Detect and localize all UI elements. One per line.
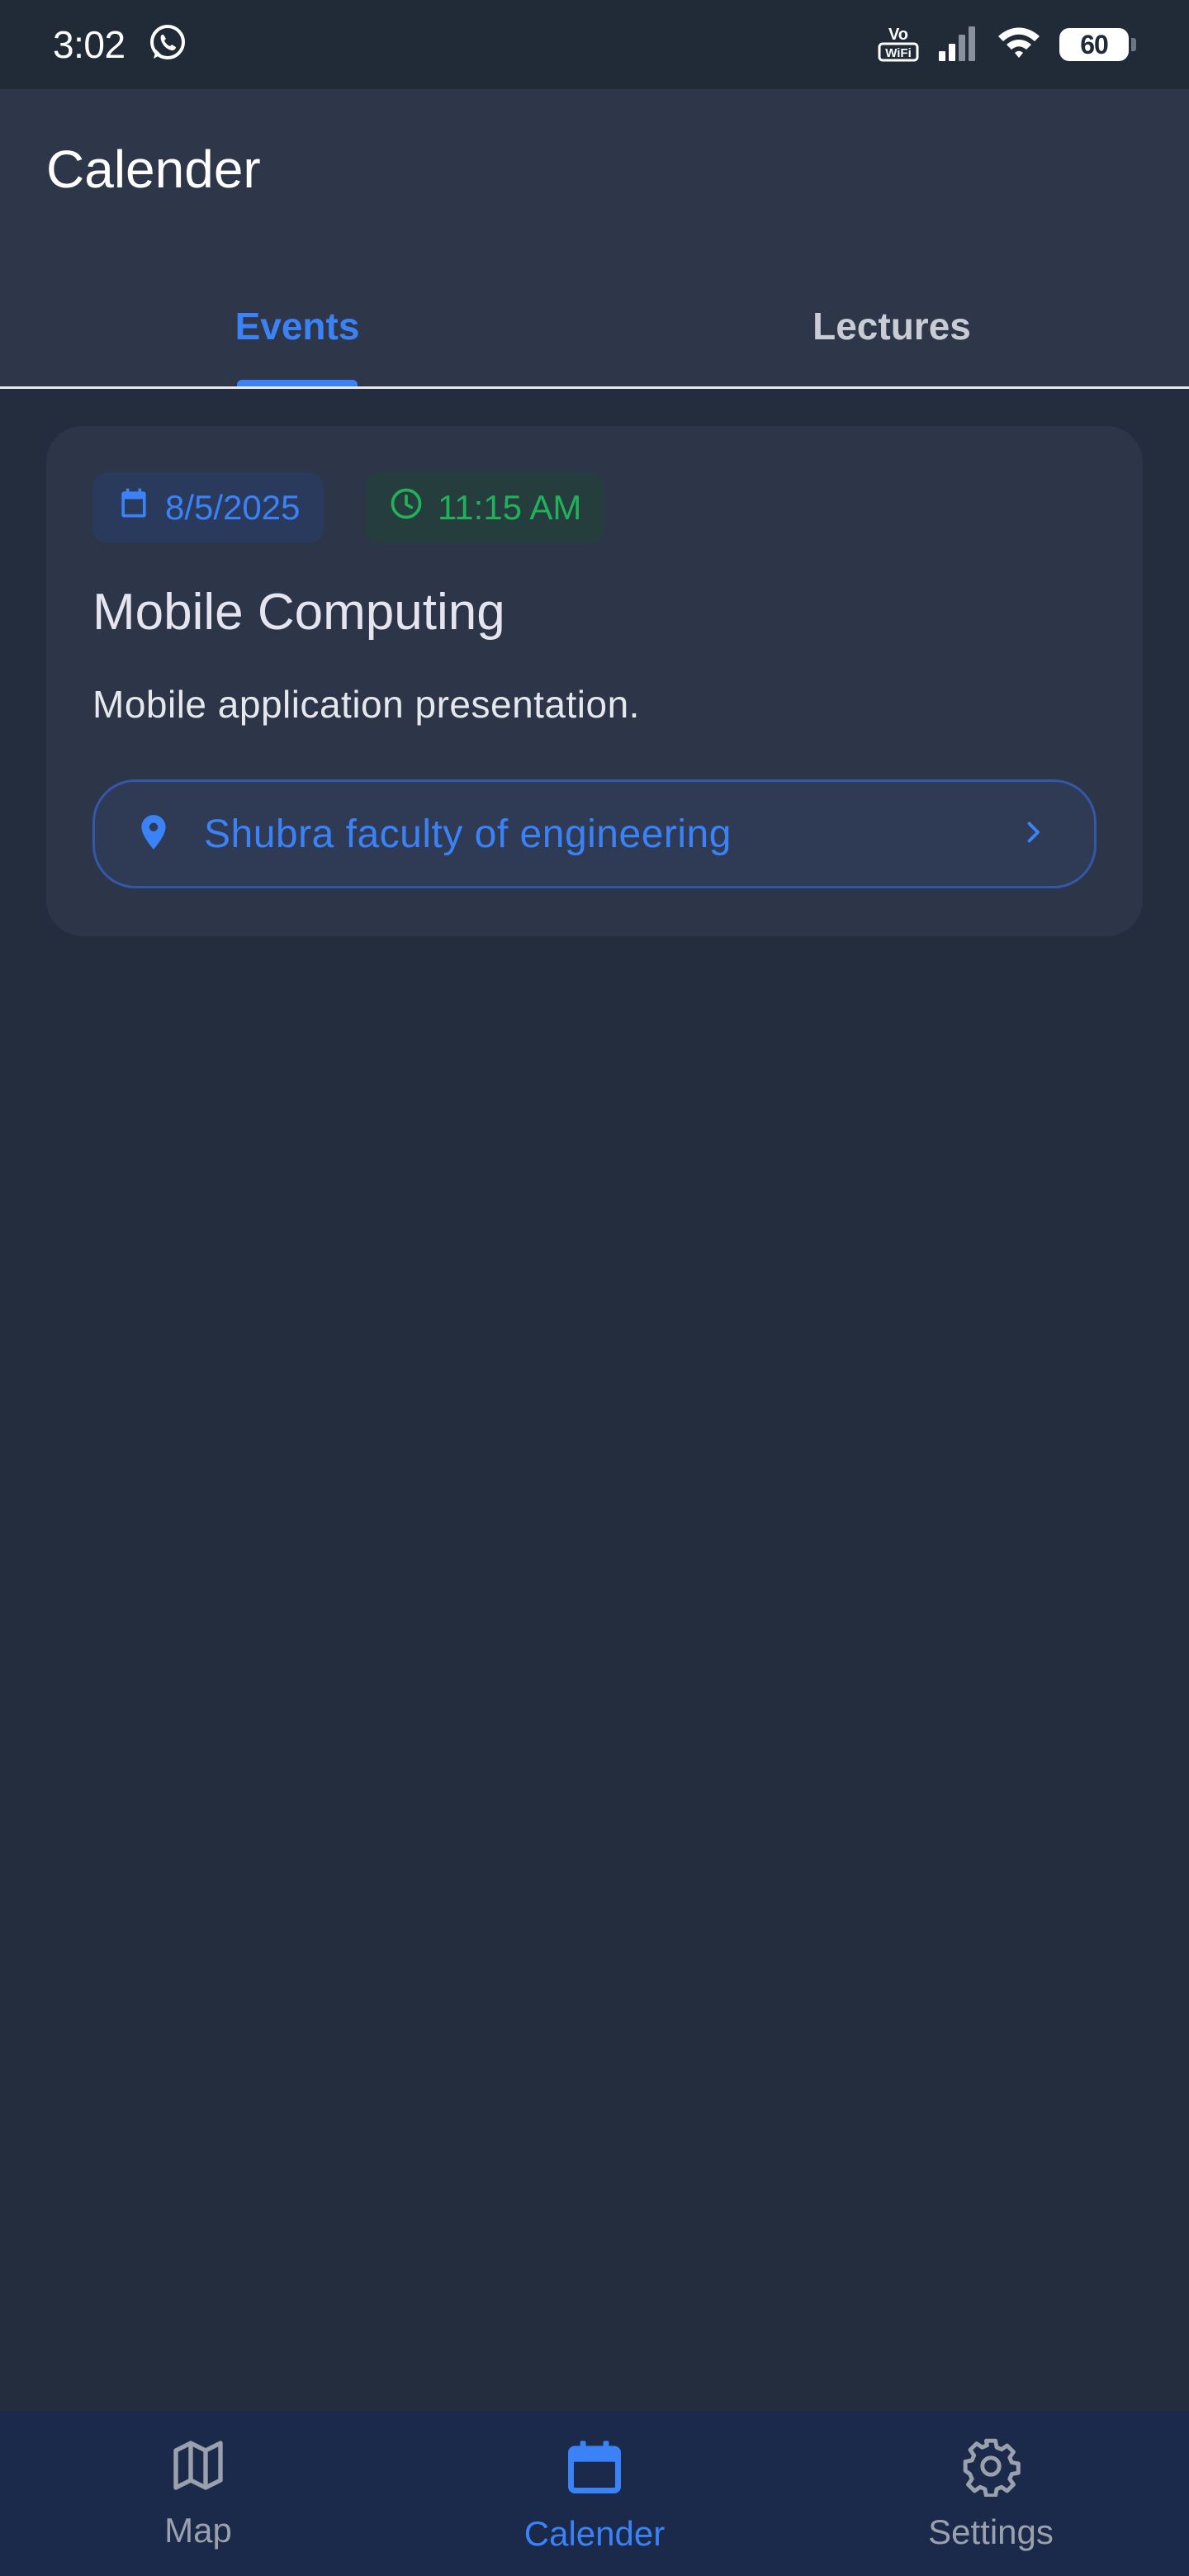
map-icon [168, 2436, 228, 2499]
page-title: Calender [46, 140, 261, 199]
battery-indicator: 60 [1059, 28, 1136, 61]
tab-events-label: Events [234, 305, 360, 348]
time-chip: 11:15 AM [365, 472, 605, 543]
svg-text:WiFi: WiFi [885, 46, 912, 60]
event-date: 8/5/2025 [165, 488, 301, 527]
bottom-navigation: Map Calender Settings [0, 2411, 1189, 2576]
nav-label-map: Map [164, 2511, 232, 2550]
calendar-icon [563, 2436, 626, 2503]
battery-tip [1131, 38, 1136, 51]
tab-lectures[interactable]: Lectures [594, 281, 1189, 388]
event-time: 11:15 AM [438, 488, 582, 527]
location-button[interactable]: Shubra faculty of engineering [92, 779, 1097, 888]
nav-item-calender[interactable]: Calender [396, 2411, 793, 2576]
whatsapp-icon [147, 22, 188, 68]
signal-icon [937, 25, 978, 65]
status-time: 3:02 [53, 23, 126, 66]
status-right: Vo WiFi 60 [878, 23, 1136, 67]
tab-lectures-label: Lectures [812, 305, 971, 348]
app-bar: Calender Events Lectures [0, 89, 1189, 388]
tab-bar: Events Lectures [0, 281, 1189, 388]
wifi-icon [997, 25, 1041, 65]
event-title: Mobile Computing [92, 584, 505, 641]
nav-label-calender: Calender [523, 2514, 666, 2553]
clock-icon [388, 485, 424, 530]
status-left: 3:02 [53, 22, 188, 68]
calendar-icon [116, 485, 152, 530]
svg-text:Vo: Vo [888, 26, 908, 44]
chevron-right-icon [1018, 817, 1048, 851]
nav-item-settings[interactable]: Settings [793, 2411, 1189, 2576]
tab-events[interactable]: Events [0, 281, 594, 388]
gear-icon [960, 2436, 1021, 2501]
vowifi-icon: Vo WiFi [878, 23, 919, 67]
date-chip: 8/5/2025 [92, 472, 324, 543]
event-card[interactable]: 8/5/2025 11:15 AM Mobile Computing Mobil… [46, 426, 1143, 936]
tabs-divider [0, 386, 1189, 389]
event-description: Mobile application presentation. [92, 683, 640, 726]
nav-item-map[interactable]: Map [0, 2411, 396, 2576]
nav-label-settings: Settings [928, 2512, 1054, 2551]
status-bar: 3:02 Vo WiFi 60 [0, 0, 1189, 89]
location-pin-icon [133, 812, 174, 857]
location-label: Shubra faculty of engineering [204, 812, 732, 856]
battery-level: 60 [1059, 28, 1129, 61]
